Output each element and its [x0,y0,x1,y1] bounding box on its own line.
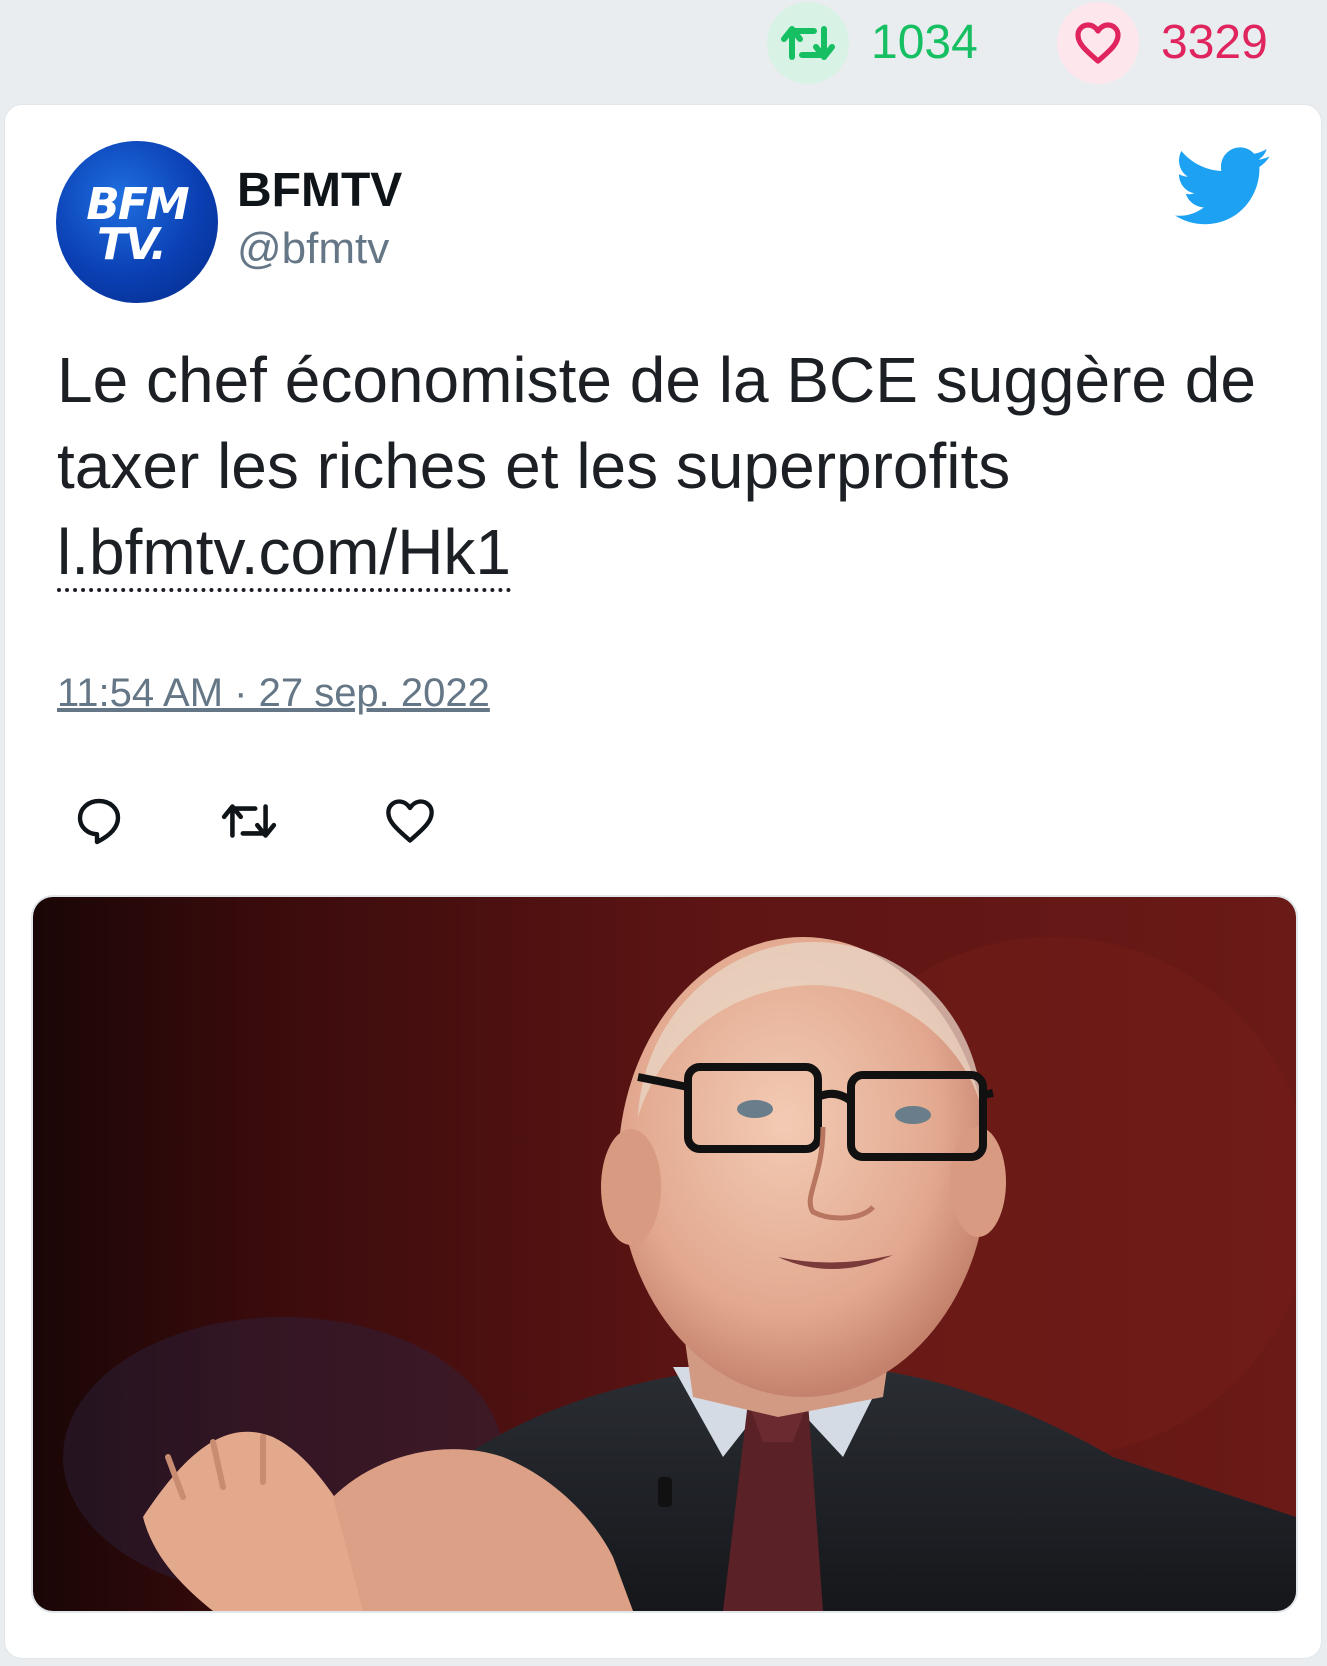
photo-icon [33,897,1296,1611]
heart-icon[interactable] [1057,2,1139,84]
tweet-text: Le chef économiste de la BCE suggère de … [57,337,1287,595]
author-handle[interactable]: @bfmtv [237,227,389,271]
avatar[interactable]: BFM TV. [56,141,218,303]
like-stat[interactable]: 3329 [1057,2,1268,84]
tweet-body: Le chef économiste de la BCE suggère de … [57,344,1256,502]
like-button[interactable] [380,791,440,851]
like-count: 3329 [1161,16,1268,69]
tweet-timestamp[interactable]: 11:54 AM · 27 sep. 2022 [57,673,490,713]
tweet-link[interactable]: l.bfmtv.com/Hk1 [57,516,511,592]
author-name[interactable]: BFMTV [237,167,402,215]
tweet-media-image[interactable] [31,895,1298,1613]
avatar-logo-line2: TV. [97,219,167,270]
retweet-button[interactable] [219,791,279,851]
retweet-icon[interactable] [767,2,849,84]
reply-button[interactable] [69,791,129,851]
retweet-stat[interactable]: 1034 [767,2,978,84]
engagement-stats: 1034 3329 [0,0,1327,100]
retweet-icon [221,804,277,838]
tweet-card[interactable]: BFM TV. BFMTV @bfmtv Le chef économiste … [4,104,1322,1659]
twitter-bird-icon[interactable] [1175,147,1271,227]
retweet-count: 1034 [871,16,978,69]
heart-icon [386,799,434,843]
reply-icon [77,798,121,845]
